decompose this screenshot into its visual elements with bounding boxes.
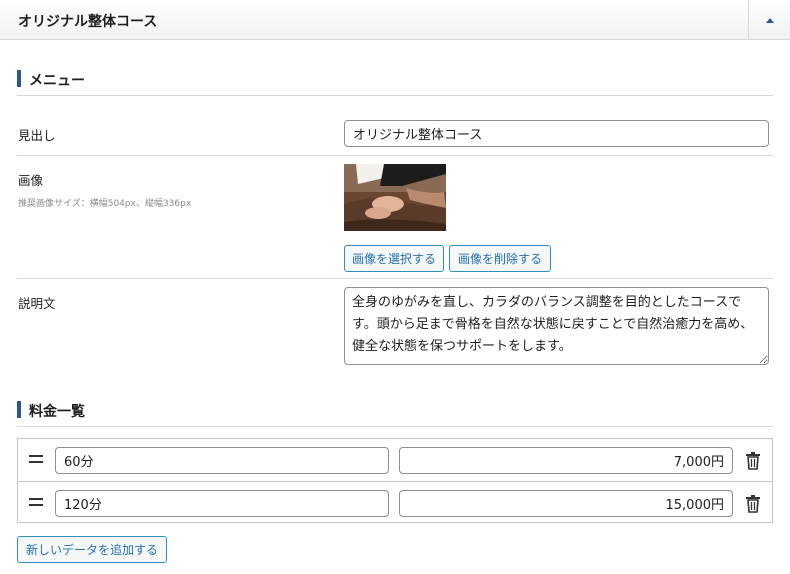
menu-heading-label: メニュー — [29, 73, 85, 89]
heading-accent-bar — [17, 70, 21, 87]
trash-icon[interactable] — [745, 452, 761, 470]
heading-field-label: 見出し — [18, 128, 56, 143]
menu-section-heading: メニュー — [17, 66, 773, 96]
triangle-up-icon — [765, 17, 774, 23]
price-table — [17, 438, 773, 523]
collapse-toggle-button[interactable] — [748, 0, 790, 40]
drag-handle-icon[interactable] — [29, 455, 43, 463]
trash-icon[interactable] — [745, 495, 761, 513]
drag-handle-icon[interactable] — [29, 498, 43, 506]
row-divider — [17, 155, 773, 156]
heading-accent-bar — [17, 401, 21, 418]
panel-header: オリジナル整体コース — [0, 0, 790, 40]
price-input[interactable] — [399, 490, 733, 517]
price-section-heading: 料金一覧 — [17, 397, 773, 427]
select-image-button[interactable]: 画像を選択する — [344, 245, 444, 272]
row-divider — [17, 278, 773, 279]
description-field-label: 説明文 — [18, 296, 56, 311]
description-textarea[interactable]: 全身のゆがみを直し、カラダのバランス調整を目的としたコースです。頭から足まで骨格… — [344, 287, 769, 365]
price-row — [18, 481, 772, 522]
duration-input[interactable] — [55, 447, 389, 474]
add-data-button[interactable]: 新しいデータを追加する — [17, 536, 167, 563]
panel-title: オリジナル整体コース — [18, 14, 158, 30]
delete-image-button[interactable]: 画像を削除する — [449, 245, 551, 272]
price-row — [18, 439, 772, 480]
duration-input[interactable] — [55, 490, 389, 517]
price-input[interactable] — [399, 447, 733, 474]
price-heading-label: 料金一覧 — [29, 404, 85, 420]
image-field-label: 画像 — [18, 173, 44, 188]
heading-input[interactable] — [344, 120, 769, 147]
image-size-note: 推奨画像サイズ：横幅504px、縦幅336px — [18, 199, 192, 209]
image-thumbnail — [344, 164, 446, 231]
